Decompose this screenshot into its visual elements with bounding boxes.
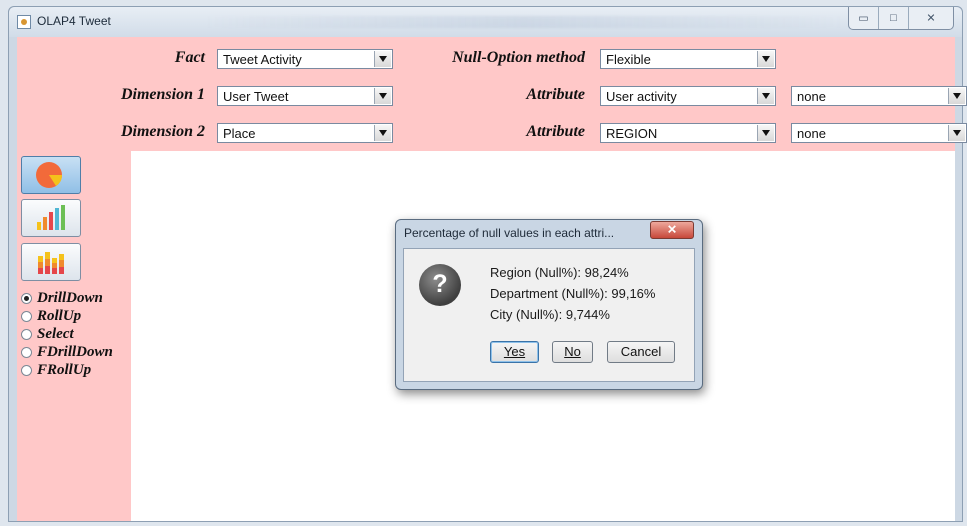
fact-combo[interactable]: Tweet Activity <box>217 49 393 69</box>
fact-value: Tweet Activity <box>223 52 302 67</box>
null-option-label: Null-Option method <box>452 49 585 66</box>
title-bar: OLAP4 Tweet ▭ □ ✕ <box>9 7 962 37</box>
cancel-button[interactable]: Cancel <box>607 341 675 363</box>
null-option-combo[interactable]: Flexible <box>600 49 776 69</box>
bar-chart-icon <box>37 205 65 230</box>
pie-chart-button[interactable] <box>21 156 81 194</box>
radio-label: Select <box>37 325 74 342</box>
chevron-down-icon[interactable] <box>948 88 965 104</box>
window-controls: ▭ □ ✕ <box>848 7 954 30</box>
no-button[interactable]: No <box>552 341 593 363</box>
message-line: City (Null%): 9,744% <box>490 307 610 322</box>
attribute-1-extra-combo[interactable]: none <box>791 86 967 106</box>
attribute-1-value: User activity <box>606 89 677 104</box>
close-icon: ✕ <box>666 222 678 237</box>
chevron-down-icon[interactable] <box>757 51 774 67</box>
chevron-down-icon[interactable] <box>757 88 774 104</box>
radio-select[interactable]: Select <box>21 325 74 343</box>
chevron-down-icon[interactable] <box>757 125 774 141</box>
attribute-1-extra-value: none <box>797 89 826 104</box>
chevron-down-icon[interactable] <box>374 88 391 104</box>
null-values-dialog: Percentage of null values in each attri.… <box>395 219 703 390</box>
dimension-2-value: Place <box>223 126 256 141</box>
close-icon: ✕ <box>926 12 936 25</box>
attribute-2-extra-combo[interactable]: none <box>791 123 967 143</box>
message-line: Department (Null%): 99,16% <box>490 286 656 301</box>
radio-drilldown[interactable]: DrillDown <box>21 289 103 307</box>
radio-label: RollUp <box>37 307 82 324</box>
attribute-1-combo[interactable]: User activity <box>600 86 776 106</box>
dimension-2-combo[interactable]: Place <box>217 123 393 143</box>
app-icon <box>17 15 31 29</box>
minimize-button[interactable]: ▭ <box>849 7 879 29</box>
radio-frollup[interactable]: FRollUp <box>21 361 91 379</box>
maximize-button[interactable]: □ <box>879 7 909 29</box>
tools-panel: DrillDown RollUp Select FDrillDown FRoll… <box>17 151 131 521</box>
cancel-label: Cancel <box>620 344 662 359</box>
fact-label: Fact <box>174 49 205 66</box>
stacked-bar-chart-button[interactable] <box>21 243 81 281</box>
close-window-button[interactable]: ✕ <box>909 7 953 29</box>
dimension-1-combo[interactable]: User Tweet <box>217 86 393 106</box>
dimension-1-value: User Tweet <box>223 89 289 104</box>
dimension-1-label: Dimension 1 <box>120 86 205 103</box>
radio-button[interactable] <box>21 310 32 322</box>
radio-label: FDrillDown <box>37 343 113 360</box>
no-label: No <box>564 344 581 359</box>
radio-button[interactable] <box>21 328 32 340</box>
dialog-title: Percentage of null values in each attri.… <box>404 226 615 240</box>
window-title: OLAP4 Tweet <box>37 14 111 28</box>
message-line: Region (Null%): 98,24% <box>490 265 629 280</box>
attribute-2-combo[interactable]: REGION <box>600 123 776 143</box>
attribute-1-label: Attribute <box>526 86 585 103</box>
null-option-value: Flexible <box>606 52 651 67</box>
chevron-down-icon[interactable] <box>374 51 391 67</box>
dimension-2-label: Dimension 2 <box>120 123 205 140</box>
chevron-down-icon[interactable] <box>948 125 965 141</box>
radio-rollup[interactable]: RollUp <box>21 307 81 325</box>
stacked-bar-chart-icon <box>38 252 64 274</box>
attribute-2-label: Attribute <box>526 123 585 140</box>
radio-button[interactable] <box>21 346 32 358</box>
yes-button[interactable]: Yes <box>490 341 539 363</box>
maximize-icon: □ <box>890 12 897 24</box>
attribute-2-value: REGION <box>606 126 658 141</box>
attribute-2-extra-value: none <box>797 126 826 141</box>
pie-chart-icon <box>36 162 63 188</box>
radio-button-selected[interactable] <box>21 292 32 304</box>
radio-fdrilldown[interactable]: FDrillDown <box>21 343 113 361</box>
question-icon: ? <box>419 264 461 306</box>
radio-button[interactable] <box>21 364 32 376</box>
radio-label: DrillDown <box>37 289 103 306</box>
dialog-close-button[interactable]: ✕ <box>650 221 694 239</box>
query-panel: Fact Tweet Activity Null-Option method F… <box>17 37 967 151</box>
background-taskbar-blur <box>204 16 844 28</box>
radio-label: FRollUp <box>37 361 92 378</box>
yes-label: Yes <box>503 344 526 359</box>
dialog-body: ? Region (Null%): 98,24% Department (Nul… <box>403 248 695 382</box>
chevron-down-icon[interactable] <box>374 125 391 141</box>
minimize-icon: ▭ <box>858 12 869 25</box>
bar-chart-button[interactable] <box>21 199 81 237</box>
